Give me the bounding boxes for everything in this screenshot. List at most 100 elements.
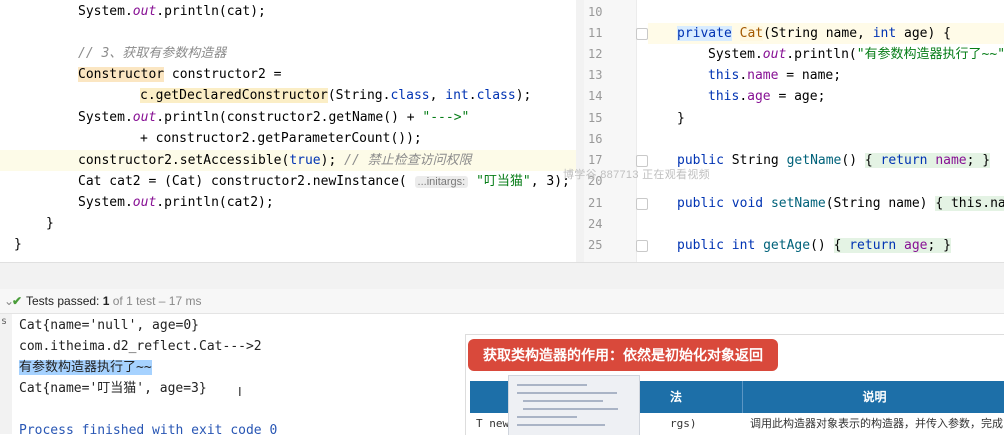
table-cell-method-left: T new [476, 417, 510, 430]
code-line-assign-age[interactable]: this.age = age; [708, 86, 825, 107]
line-number: 16 [588, 132, 603, 146]
code-line-println-cat2[interactable]: System.out.println(cat2); [78, 192, 274, 213]
console-line: Process finished with exit code 0 [19, 423, 278, 438]
code-keyword: private [677, 26, 732, 41]
tests-status-bar: ⌄ ✔ Tests passed: 1 of 1 test – 17 ms [0, 289, 1004, 314]
right-code-editor[interactable]: 10 11 12 13 14 15 16 17 20 21 24 25 priv… [584, 0, 1004, 262]
line-number: 21 [588, 196, 603, 210]
code-token: out [132, 110, 157, 125]
code-field: age [747, 89, 771, 104]
code-token: constructor2.setAccessible( [78, 153, 290, 168]
text-cursor-icon: I [238, 384, 242, 399]
code-token: ; } [966, 153, 991, 168]
code-token: .println(constructor2.getName() + [156, 110, 423, 125]
code-line-get-declared[interactable]: c.getDeclaredConstructor(String.class, i… [140, 85, 531, 106]
code-token: out [132, 4, 157, 19]
table-cell-method-right: rgs) [670, 417, 697, 430]
code-token: } [46, 216, 54, 231]
code-token: .println( [786, 47, 857, 62]
code-line-set-accessible[interactable]: constructor2.setAccessible(true); // 禁止检… [0, 150, 576, 171]
code-line-close-class[interactable]: } [14, 234, 22, 255]
code-method-name: getAge [763, 238, 811, 253]
code-line-get-age[interactable]: public int getAge() { return age; } [677, 235, 951, 256]
slide-banner: 获取类构造器的作用：依然是初始化对象返回 [468, 339, 778, 371]
fold-toggle-icon[interactable] [636, 198, 648, 210]
console-gutter-char: s [1, 316, 8, 327]
code-token-call: c.getDeclaredConstructor [140, 88, 328, 103]
code-keyword: int [723, 238, 764, 253]
code-keyword: return [849, 238, 897, 253]
screenshot-thumbnail [508, 375, 640, 435]
editor-bottom-strip [0, 262, 1004, 290]
code-token: String [723, 153, 787, 168]
code-token: System. [78, 195, 133, 210]
slide-overlay: 获取类构造器的作用：依然是初始化对象返回 法 说明 T new rgs) 调用此… [465, 334, 1004, 435]
fold-toggle-icon[interactable] [636, 240, 648, 252]
code-token: . [739, 68, 748, 83]
editor-split-divider[interactable] [576, 0, 584, 262]
code-token: . [468, 88, 477, 103]
code-keyword: return [880, 153, 928, 168]
code-token: out [762, 47, 787, 62]
code-line-println[interactable]: System.out.println("有参数构造器执行了~~" [708, 44, 1004, 65]
code-token: , [429, 88, 446, 103]
code-line-param-count[interactable]: + constructor2.getParameterCount()); [140, 128, 422, 149]
thumbnail-line [517, 424, 605, 426]
code-line-constructor-decl[interactable]: Constructor constructor2 = [78, 64, 282, 85]
code-token: (String. [327, 88, 391, 103]
line-number: 13 [588, 68, 603, 82]
code-token: } [677, 111, 685, 126]
code-field: name [927, 153, 967, 168]
code-line-set-name[interactable]: public void setName(String name) { this.… [677, 193, 1004, 214]
code-token: (String name, [763, 26, 873, 41]
code-line-comment[interactable]: // 3、获取有参数构造器 [78, 43, 226, 64]
code-keyword: int [872, 26, 897, 41]
code-keyword: class [390, 88, 430, 103]
fold-toggle-icon[interactable] [636, 28, 648, 40]
code-token-type: Cat [739, 26, 764, 41]
code-line-1[interactable]: System.out.println(cat); [78, 1, 266, 22]
folded-body[interactable]: { return age; } [833, 238, 951, 253]
code-token: = name; [778, 68, 842, 83]
code-keyword: true [289, 153, 321, 168]
parameter-hint: ...initargs: [414, 176, 469, 188]
code-comment: // 3、获取有参数构造器 [78, 46, 227, 61]
code-line-constructor[interactable]: private Cat(String name, int age) { [648, 23, 1004, 44]
code-keyword: class [476, 88, 516, 103]
console-line: Cat{name='null', age=0} [19, 318, 200, 333]
code-token-type: Constructor [78, 67, 165, 82]
code-token: .println(cat); [156, 4, 266, 19]
code-method-name: getName [786, 153, 842, 168]
code-keyword: int [445, 88, 469, 103]
folded-body[interactable]: { this.na [935, 196, 1004, 211]
code-token: { [864, 153, 881, 168]
code-string: "有参数构造器执行了~~" [856, 47, 1004, 62]
folded-body[interactable]: { return name; } [864, 153, 991, 168]
code-token: (String name) [825, 196, 936, 211]
code-line-new-instance[interactable]: Cat cat2 = (Cat) constructor2.newInstanc… [78, 171, 570, 192]
left-code-editor[interactable]: System.out.println(cat); // 3、获取有参数构造器 C… [0, 0, 576, 262]
code-line-assign-name[interactable]: this.name = name; [708, 65, 841, 86]
code-token: out [132, 195, 157, 210]
tests-count: 1 [102, 294, 110, 308]
left-editor-gutter [0, 0, 14, 262]
code-keyword: public [677, 238, 724, 253]
code-token: } [14, 237, 22, 252]
code-token: + constructor2.getParameterCount()); [140, 131, 422, 146]
code-token: { [833, 238, 850, 253]
code-line-close-brace[interactable]: } [677, 108, 685, 129]
thumbnail-line [517, 384, 587, 386]
console-selected-text: 有参数构造器执行了~~ [19, 360, 152, 375]
thumbnail-line [517, 392, 617, 394]
code-token: Cat cat2 = (Cat) constructor2.newInstanc… [78, 174, 415, 189]
table-header-description: 说明 [742, 381, 1004, 413]
line-number: 12 [588, 47, 603, 61]
code-line-println-name[interactable]: System.out.println(constructor2.getName(… [78, 107, 469, 128]
code-token: System. [78, 4, 133, 19]
code-line-get-name[interactable]: public String getName() { return name; } [677, 150, 991, 171]
line-number: 11 [588, 26, 603, 40]
code-line-close-method[interactable]: } [46, 213, 54, 234]
tests-passed-text: Tests passed: 1 of 1 test – 17 ms [26, 289, 201, 313]
console-line: com.itheima.d2_reflect.Cat--->2 [19, 339, 262, 354]
code-token: .println(cat2); [156, 195, 274, 210]
